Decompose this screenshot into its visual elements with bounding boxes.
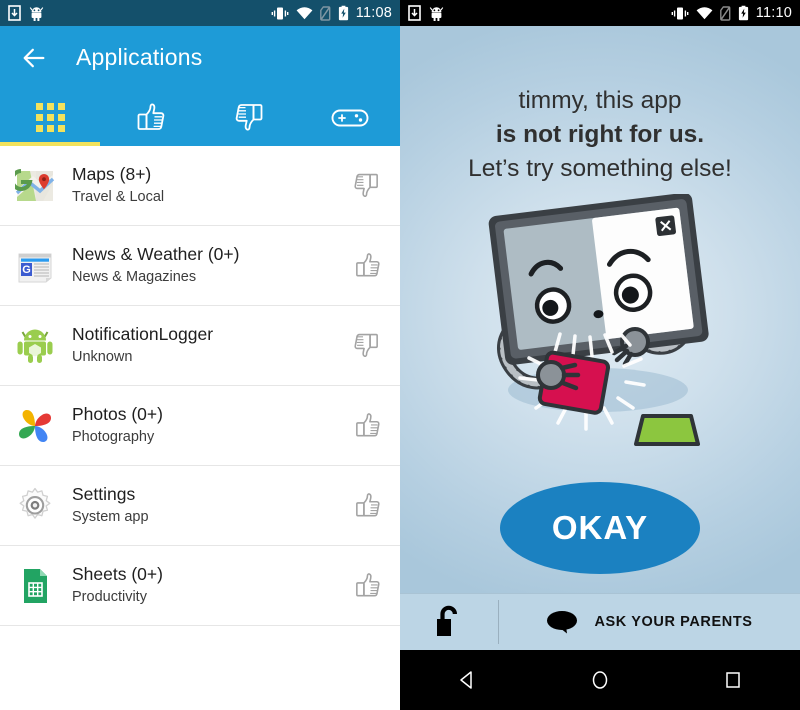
list-item[interactable]: Photos (0+) Photography <box>0 386 400 466</box>
list-item-texts: Photos (0+) Photography <box>72 404 352 447</box>
blocked-app-message-screen: timmy, this app is not right for us. Let… <box>400 26 800 650</box>
battery-charging-icon <box>738 5 748 21</box>
list-item-title: Maps (8+) <box>72 164 152 185</box>
status-bar-clock: 11:10 <box>755 5 792 21</box>
unlock-button[interactable] <box>400 605 498 639</box>
wifi-icon <box>296 6 313 19</box>
maps-icon <box>14 165 56 207</box>
sad-computer-character <box>488 194 709 446</box>
ask-your-parents-button[interactable]: ASK YOUR PARENTS <box>499 609 800 635</box>
nav-back-button[interactable] <box>437 650 497 710</box>
list-item-title: NotificationLogger <box>72 324 214 345</box>
tab-approved[interactable] <box>100 89 200 146</box>
right-phone-screen: 11:10 timmy, this app is not right for u… <box>400 0 800 710</box>
list-item-subtitle: Photography <box>72 429 155 446</box>
list-item-subtitle: News & Magazines <box>72 269 197 286</box>
svg-text:G: G <box>22 264 31 276</box>
list-item-texts: News & Weather (0+) News & Magazines <box>72 244 352 287</box>
list-item-texts: Sheets (0+) Productivity <box>72 564 352 607</box>
status-bar-left: 11:08 <box>0 0 400 26</box>
list-item-title: Sheets (0+) <box>72 564 163 585</box>
thumbs-up-icon[interactable] <box>352 411 382 441</box>
nav-recents-button[interactable] <box>703 650 763 710</box>
dual-screenshot: 11:08 Applications Maps (8+) Travel & Lo… <box>0 0 800 710</box>
tab-bar <box>0 89 400 146</box>
list-item-subtitle: Unknown <box>72 349 133 366</box>
thumbs-up-icon[interactable] <box>352 251 382 281</box>
thumbs-up-icon <box>137 103 165 130</box>
download-icon <box>8 5 21 21</box>
app-list: Maps (8+) Travel & Local G News & Weathe… <box>0 146 400 710</box>
thumbs-up-icon[interactable] <box>352 571 382 601</box>
message-line-2: is not right for us. <box>495 120 705 148</box>
speech-bubble-icon <box>547 611 578 634</box>
nav-home-button[interactable] <box>570 650 630 710</box>
thumbs-down-icon[interactable] <box>352 331 382 361</box>
status-bar-left-icons <box>8 5 44 21</box>
tab-all-apps[interactable] <box>0 89 100 146</box>
recents-square-icon <box>726 672 741 688</box>
list-item-subtitle: Productivity <box>72 589 147 606</box>
message-block: timmy, this app is not right for us. Let… <box>400 84 800 185</box>
list-item-subtitle: System app <box>72 509 149 526</box>
message-line-1: timmy, this app <box>518 87 682 114</box>
active-tab-indicator <box>0 142 100 146</box>
page-title: Applications <box>76 44 203 70</box>
list-item-title: Settings <box>72 484 136 505</box>
okay-button[interactable]: OKAY <box>500 482 700 574</box>
no-sim-icon <box>319 5 331 21</box>
battery-charging-icon <box>338 5 348 21</box>
list-item-subtitle: Travel & Local <box>72 189 165 206</box>
wifi-icon <box>696 6 713 19</box>
thumbs-down-icon[interactable] <box>352 171 382 201</box>
ask-your-parents-label: ASK YOUR PARENTS <box>594 614 753 630</box>
list-item-title: Photos (0+) <box>72 404 163 425</box>
android-debug-icon <box>429 6 444 21</box>
list-item[interactable]: G News & Weather (0+) News & Magazines <box>0 226 400 306</box>
no-sim-icon <box>719 5 731 21</box>
left-phone-screen: 11:08 Applications Maps (8+) Travel & Lo… <box>0 0 400 710</box>
status-bar-right-right-icons: 11:10 <box>671 5 792 21</box>
list-item-texts: Maps (8+) Travel & Local <box>72 164 352 207</box>
android-debug-icon <box>29 6 44 21</box>
message-line-3: Let’s try something else! <box>468 154 732 182</box>
list-item[interactable]: Sheets (0+) Productivity <box>0 546 400 626</box>
android-nav-bar <box>400 650 800 710</box>
list-item[interactable]: Settings System app <box>0 466 400 546</box>
photos-icon <box>14 405 56 447</box>
status-bar-right: 11:10 <box>400 0 800 26</box>
thumbs-up-icon[interactable] <box>352 491 382 521</box>
gamepad-icon <box>331 109 369 126</box>
status-bar-left-right-icons: 11:08 <box>271 5 392 21</box>
unlocked-padlock-icon <box>437 605 457 636</box>
bottom-action-bar: ASK YOUR PARENTS <box>400 593 800 650</box>
download-icon <box>408 5 421 21</box>
okay-button-label: OKAY <box>551 509 649 546</box>
list-item-title: News & Weather (0+) <box>72 244 240 265</box>
list-item-texts: NotificationLogger Unknown <box>72 324 352 367</box>
list-item[interactable]: NotificationLogger Unknown <box>0 306 400 386</box>
list-item[interactable]: Maps (8+) Travel & Local <box>0 146 400 226</box>
status-bar-right-icons <box>408 5 444 21</box>
android-icon <box>14 325 56 367</box>
vibrate-icon <box>671 7 689 19</box>
status-bar-clock: 11:08 <box>355 5 392 21</box>
back-triangle-icon <box>459 671 472 689</box>
list-item-texts: Settings System app <box>72 484 352 527</box>
vibrate-icon <box>271 7 289 19</box>
tab-games[interactable] <box>300 89 400 146</box>
gear-icon <box>14 485 56 527</box>
grid-icon <box>35 103 65 132</box>
back-arrow-icon[interactable] <box>20 44 48 72</box>
tab-blocked[interactable] <box>200 89 300 146</box>
home-circle-icon <box>592 671 608 689</box>
thumbs-down-icon <box>235 103 263 130</box>
sheets-icon <box>14 565 56 607</box>
news-icon: G <box>14 245 56 287</box>
app-bar: Applications <box>0 26 400 89</box>
